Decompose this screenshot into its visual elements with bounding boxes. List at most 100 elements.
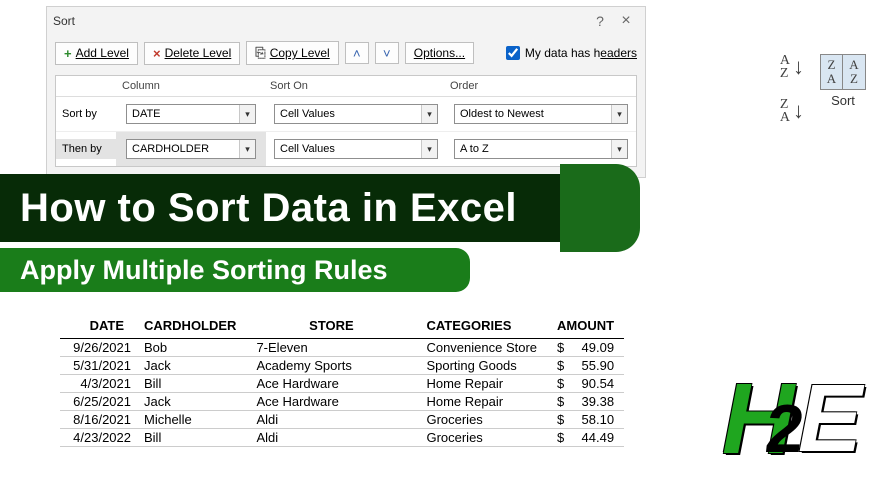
col-store: STORE: [246, 315, 416, 339]
custom-sort-button[interactable]: ZA AZ Sort: [820, 54, 866, 108]
col-amount: AMOUNT: [547, 315, 624, 339]
move-up-button[interactable]: ˄: [345, 42, 369, 64]
cell-date: 8/16/2021: [60, 411, 134, 429]
help-icon[interactable]: ?: [587, 8, 613, 34]
cell-category: Groceries: [416, 411, 547, 429]
sort-icon: ZA AZ: [820, 54, 866, 90]
column-select[interactable]: DATE ▾: [126, 104, 256, 124]
sorton-select[interactable]: Cell Values ▾: [274, 139, 438, 159]
table-header-row: DATE CARDHOLDER STORE CATEGORIES AMOUNT: [60, 315, 624, 339]
cell-date: 5/31/2021: [60, 357, 134, 375]
col-sorton: Sort On: [266, 76, 446, 96]
dialog-toolbar: + Add Level × Delete Level ⎘ Copy Level …: [47, 35, 645, 71]
cell-category: Convenience Store: [416, 339, 547, 357]
cell-amount: $90.54: [547, 375, 624, 393]
cell-store: Ace Hardware: [246, 375, 416, 393]
copy-level-label: Copy Level: [270, 46, 330, 60]
table-row: 4/3/2021BillAce HardwareHome Repair$90.5…: [60, 375, 624, 393]
dialog-titlebar: Sort ? ×: [47, 7, 645, 35]
table-row: 6/25/2021JackAce HardwareHome Repair$39.…: [60, 393, 624, 411]
combo-value: Oldest to Newest: [455, 108, 611, 120]
cell-amount: $49.09: [547, 339, 624, 357]
cell-cardholder: Bill: [134, 375, 246, 393]
sort-dialog: Sort ? × + Add Level × Delete Level ⎘ Co…: [46, 6, 646, 178]
h2e-logo: H E 2: [722, 362, 862, 482]
chevron-down-icon: ˅: [383, 46, 391, 61]
level-label: Sort by: [56, 104, 116, 124]
delete-level-button[interactable]: × Delete Level: [144, 42, 240, 65]
delete-level-label: Delete Level: [165, 46, 232, 60]
move-down-button[interactable]: ˅: [375, 42, 399, 64]
plus-icon: +: [64, 46, 72, 61]
copy-level-button[interactable]: ⎘ Copy Level: [246, 41, 338, 65]
chevron-down-icon: ▾: [421, 140, 437, 158]
sort-levels-grid: Column Sort On Order Sort by DATE ▾ Cell…: [55, 75, 637, 167]
col-categories: CATEGORIES: [416, 315, 547, 339]
cell-date: 4/23/2022: [60, 429, 134, 447]
add-level-button[interactable]: + Add Level: [55, 42, 138, 65]
cell-cardholder: Bob: [134, 339, 246, 357]
combo-value: Cell Values: [275, 143, 421, 155]
headers-checkbox-label: My data has headers: [525, 46, 637, 60]
chevron-up-icon: ˄: [353, 46, 361, 61]
sort-asc-button[interactable]: AZ ↓: [780, 54, 804, 80]
headers-checkbox-input[interactable]: [506, 46, 520, 60]
cell-amount: $55.90: [547, 357, 624, 375]
order-select[interactable]: Oldest to Newest ▾: [454, 104, 628, 124]
sort-label: Sort: [831, 93, 855, 108]
level-row: Sort by DATE ▾ Cell Values ▾ Oldest to N…: [56, 97, 636, 132]
cell-cardholder: Jack: [134, 357, 246, 375]
dialog-title: Sort: [53, 14, 75, 28]
chevron-down-icon: ▾: [239, 140, 255, 158]
x-icon: ×: [153, 46, 161, 61]
copy-icon: ⎘: [255, 45, 265, 61]
chevron-down-icon: ▾: [421, 105, 437, 123]
subtitle-banner: Apply Multiple Sorting Rules: [0, 248, 388, 292]
sorton-select[interactable]: Cell Values ▾: [274, 104, 438, 124]
options-label: Options...: [414, 46, 465, 60]
cell-amount: $58.10: [547, 411, 624, 429]
add-level-label: Add Level: [76, 46, 129, 60]
level-row: Then by CARDHOLDER ▾ Cell Values ▾ A to …: [56, 132, 636, 166]
combo-value: CARDHOLDER: [127, 143, 239, 155]
arrow-down-icon: ↓: [793, 54, 804, 80]
cell-category: Sporting Goods: [416, 357, 547, 375]
cell-date: 4/3/2021: [60, 375, 134, 393]
cell-store: Ace Hardware: [246, 393, 416, 411]
combo-value: A to Z: [455, 143, 611, 155]
cell-amount: $39.38: [547, 393, 624, 411]
order-select[interactable]: A to Z ▾: [454, 139, 628, 159]
subtitle-text: Apply Multiple Sorting Rules: [0, 255, 388, 286]
cell-cardholder: Jack: [134, 393, 246, 411]
headers-checkbox[interactable]: My data has headers: [506, 46, 637, 60]
chevron-down-icon: ▾: [611, 105, 627, 123]
cell-category: Home Repair: [416, 375, 547, 393]
col-date: DATE: [60, 315, 134, 339]
table-row: 5/31/2021JackAcademy SportsSporting Good…: [60, 357, 624, 375]
table-row: 8/16/2021MichelleAldiGroceries$58.10: [60, 411, 624, 429]
data-table: DATE CARDHOLDER STORE CATEGORIES AMOUNT …: [60, 315, 624, 447]
cell-date: 9/26/2021: [60, 339, 134, 357]
cell-store: Aldi: [246, 411, 416, 429]
title-text: How to Sort Data in Excel: [0, 186, 517, 231]
cell-cardholder: Bill: [134, 429, 246, 447]
cell-store: Aldi: [246, 429, 416, 447]
level-label: Then by: [56, 139, 116, 159]
column-select[interactable]: CARDHOLDER ▾: [126, 139, 256, 159]
chevron-down-icon: ▾: [611, 140, 627, 158]
sort-desc-button[interactable]: ZA ↓: [780, 98, 804, 124]
cell-amount: $44.49: [547, 429, 624, 447]
col-cardholder: CARDHOLDER: [134, 315, 246, 339]
cell-category: Groceries: [416, 429, 547, 447]
col-order: Order: [446, 76, 636, 96]
ribbon-sort-group: AZ ↓ ZA ↓ ZA AZ Sort: [780, 54, 866, 124]
chevron-down-icon: ▾: [239, 105, 255, 123]
title-banner: How to Sort Data in Excel: [0, 174, 517, 242]
cell-category: Home Repair: [416, 393, 547, 411]
combo-value: DATE: [127, 108, 239, 120]
options-button[interactable]: Options...: [405, 42, 474, 64]
cell-store: 7-Eleven: [246, 339, 416, 357]
cell-cardholder: Michelle: [134, 411, 246, 429]
combo-value: Cell Values: [275, 108, 421, 120]
close-icon[interactable]: ×: [613, 8, 639, 34]
